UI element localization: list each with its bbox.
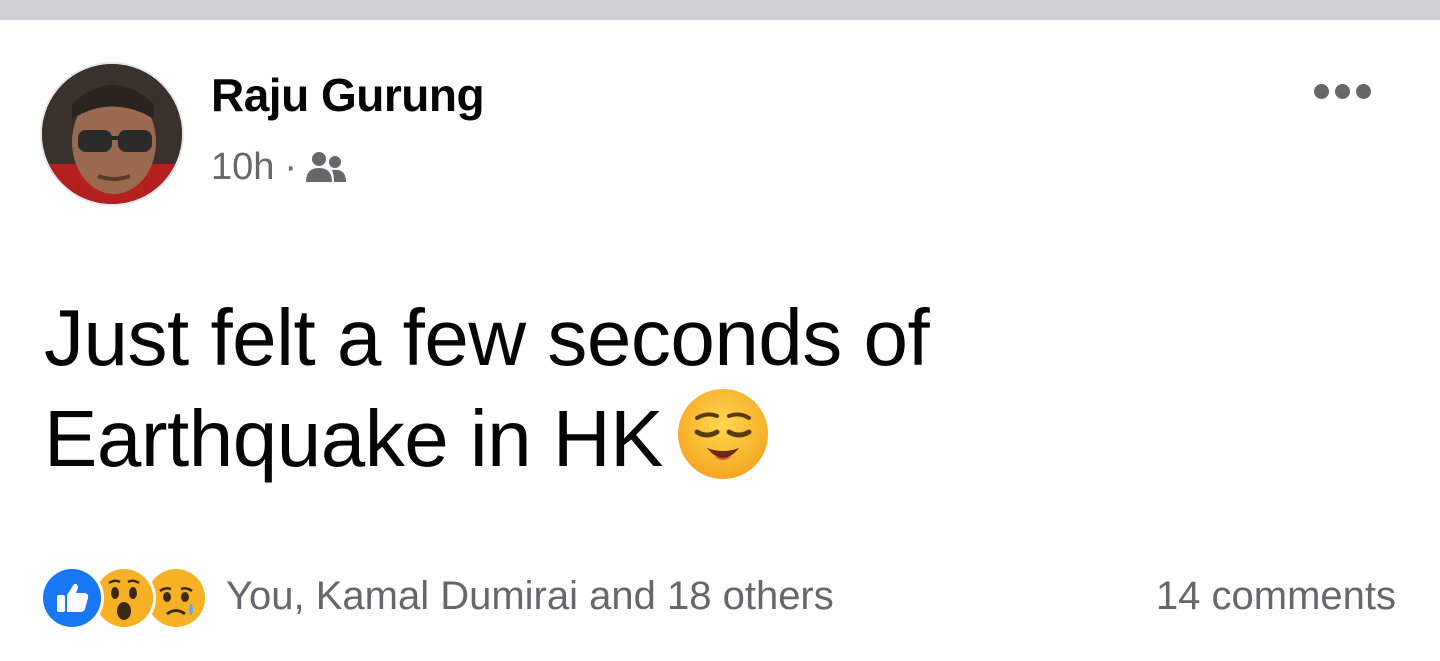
reactors-summary[interactable]: You, Kamal Dumirai and 18 others xyxy=(226,574,834,619)
post-text-line-1: Just felt a few seconds of xyxy=(44,293,930,382)
more-options-icon[interactable] xyxy=(1314,78,1378,104)
post-meta: 10h · xyxy=(211,146,347,189)
comments-count[interactable]: 14 comments xyxy=(1156,574,1396,619)
author-avatar[interactable] xyxy=(42,64,182,204)
post-text-line-2: Earthquake in HK xyxy=(44,394,664,483)
like-reaction-icon xyxy=(40,566,104,630)
avatar-photo xyxy=(42,64,182,204)
relieved-face-emoji xyxy=(677,388,769,480)
post-text: Just felt a few seconds of Earthquake in… xyxy=(44,288,1344,489)
post-time[interactable]: 10h xyxy=(211,146,274,189)
meta-separator: · xyxy=(284,146,298,188)
friends-icon[interactable] xyxy=(305,149,347,187)
author-name[interactable]: Raju Gurung xyxy=(211,68,485,122)
reaction-icons[interactable] xyxy=(40,566,208,630)
top-divider-bar xyxy=(0,0,1440,20)
